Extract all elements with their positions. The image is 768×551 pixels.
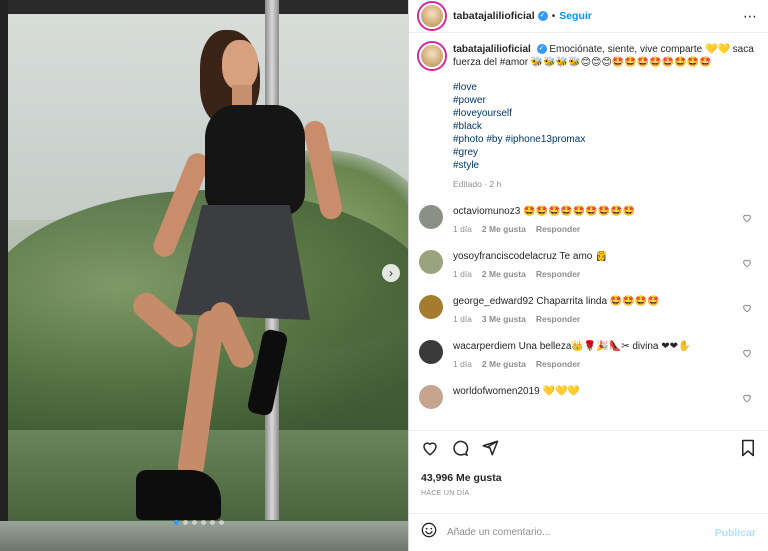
comment-meta: 1 día 2 Me gusta Responder <box>453 223 758 236</box>
comment-like-icon[interactable] <box>742 258 752 270</box>
comment-avatar[interactable] <box>419 385 443 409</box>
more-icon[interactable]: ⋯ <box>743 8 758 25</box>
edited-label: Editado <box>453 179 482 189</box>
caption: tabatajalilioficial ✓ Emociónate, siente… <box>419 43 758 191</box>
reply-button[interactable]: Responder <box>536 223 580 236</box>
hashtag-link[interactable]: #love <box>453 81 758 94</box>
comment-text: Te amo 👸 <box>559 251 608 262</box>
carousel-dot[interactable] <box>174 520 179 525</box>
verified-icon: ✓ <box>537 11 548 21</box>
post-panel: tabatajalilioficial ✓ • Seguir ⋯ tabataj… <box>408 0 768 551</box>
comment-input[interactable] <box>447 527 715 538</box>
comment-row: yosoyfranciscodelacruz Te amo 👸 1 día 2 Me… <box>419 250 758 281</box>
comment-like-icon[interactable] <box>742 393 752 405</box>
heart-icon[interactable] <box>421 439 439 462</box>
caption-username[interactable]: tabatajalilioficial <box>453 44 531 55</box>
post-photo[interactable]: › <box>0 0 408 551</box>
hashtag-link[interactable]: #grey <box>453 146 758 159</box>
hashtag-link[interactable]: #black <box>453 120 758 133</box>
post-header: tabatajalilioficial ✓ • Seguir ⋯ <box>409 0 768 33</box>
comments-list[interactable]: tabatajalilioficial ✓ Emociónate, siente… <box>409 33 768 430</box>
window-sill <box>0 521 408 551</box>
header-username[interactable]: tabatajalilioficial <box>453 10 535 22</box>
comment-time: 1 día <box>453 224 472 234</box>
comment-row: octaviomunoz3 🤩🤩🤩🤩🤩🤩🤩🤩🤩 1 día 2 Me gusta Re… <box>419 205 758 236</box>
emoji-icon[interactable] <box>421 522 437 543</box>
comment-text: Chaparrita linda 🤩🤩🤩🤩 <box>536 296 660 307</box>
comment-meta: 1 día 2 Me gusta Responder <box>453 268 758 281</box>
carousel-dot[interactable] <box>219 520 224 525</box>
hashtag-link[interactable]: #style <box>453 159 758 172</box>
avatar[interactable] <box>419 3 445 29</box>
comment-likes[interactable]: 2 Me gusta <box>482 223 526 236</box>
carousel-dot[interactable] <box>201 520 206 525</box>
verified-icon: ✓ <box>536 44 547 55</box>
comment-text: 💛💛💛 <box>542 386 580 397</box>
comment-avatar[interactable] <box>419 340 443 364</box>
comment-avatar[interactable] <box>419 205 443 229</box>
action-bar: 43,996 Me gusta HACE UN DÍA <box>409 430 768 501</box>
comment-meta: 1 día 3 Me gusta Responder <box>453 313 758 326</box>
post-time: HACE UN DÍA <box>421 490 470 497</box>
comment-likes[interactable]: 3 Me gusta <box>482 313 526 326</box>
share-icon[interactable] <box>481 439 499 462</box>
comment-time: 1 día <box>453 269 472 279</box>
comment-row: wacarperdiem Una belleza👑🌹🎉👠✂ divina ❤❤✋… <box>419 340 758 371</box>
comment-username[interactable]: worldofwomen2019 <box>453 386 540 397</box>
comment-like-icon[interactable] <box>742 213 752 225</box>
comment-username[interactable]: yosoyfranciscodelacruz <box>453 251 557 262</box>
reply-button[interactable]: Responder <box>536 268 580 281</box>
add-comment-bar: Publicar <box>409 513 768 551</box>
carousel-dots <box>174 520 224 525</box>
carousel-dot[interactable] <box>183 520 188 525</box>
likes-count[interactable]: 43,996 Me gusta <box>421 472 756 484</box>
figure-boot-standing <box>136 470 221 520</box>
comment-row: george_edward92 Chaparrita linda 🤩🤩🤩🤩 1 d… <box>419 295 758 326</box>
comment-row: worldofwomen2019 💛💛💛 <box>419 385 758 409</box>
comment-username[interactable]: wacarperdiem <box>453 341 516 352</box>
separator: • <box>551 10 556 22</box>
comment-avatar[interactable] <box>419 250 443 274</box>
next-arrow-icon[interactable]: › <box>382 264 400 282</box>
hashtag-link[interactable]: #loveyourself <box>453 107 758 120</box>
figure-top <box>205 105 305 215</box>
comment-meta: 1 día 2 Me gusta Responder <box>453 358 758 371</box>
carousel-dot[interactable] <box>192 520 197 525</box>
hashtag-list: #love #power #loveyourself #black #photo #by… <box>453 81 758 172</box>
caption-avatar[interactable] <box>419 43 445 69</box>
bookmark-icon[interactable] <box>740 439 756 462</box>
comment-avatar[interactable] <box>419 295 443 319</box>
comment-like-icon[interactable] <box>742 348 752 360</box>
comment-like-icon[interactable] <box>742 303 752 315</box>
comment-username[interactable]: octaviomunoz3 <box>453 206 520 217</box>
hashtag-link[interactable]: #photo #by #iphone13promax <box>453 133 758 146</box>
comment-likes[interactable]: 2 Me gusta <box>482 358 526 371</box>
figure-face <box>222 40 258 90</box>
hashtag-link[interactable]: #power <box>453 94 758 107</box>
comment-likes[interactable]: 2 Me gusta <box>482 268 526 281</box>
comment-username[interactable]: george_edward92 <box>453 296 534 307</box>
follow-button[interactable]: Seguir <box>559 10 592 22</box>
caption-time: 2 h <box>489 179 502 189</box>
comment-time: 1 día <box>453 314 472 324</box>
window-frame-left <box>0 0 8 551</box>
comment-icon[interactable] <box>451 439 469 462</box>
comment-text: Una belleza👑🌹🎉👠✂ divina ❤❤✋ <box>518 341 691 352</box>
window-frame-top <box>0 0 408 14</box>
comment-text: 🤩🤩🤩🤩🤩🤩🤩🤩🤩 <box>523 206 636 217</box>
publish-button[interactable]: Publicar <box>715 527 756 539</box>
reply-button[interactable]: Responder <box>536 358 580 371</box>
carousel-dot[interactable] <box>210 520 215 525</box>
caption-meta: Editado · 2 h <box>453 179 502 189</box>
comment-time: 1 día <box>453 359 472 369</box>
reply-button[interactable]: Responder <box>536 313 580 326</box>
